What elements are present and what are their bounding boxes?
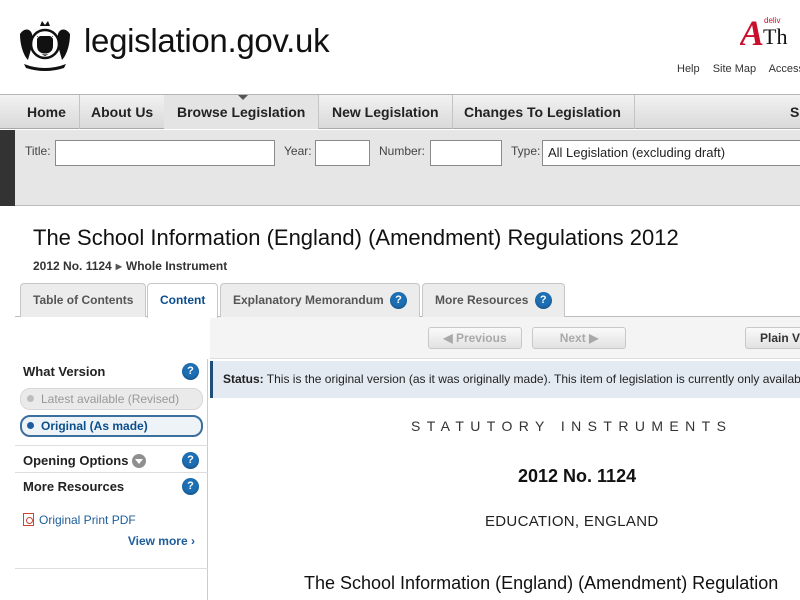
tab-label: Table of Contents xyxy=(33,293,134,307)
left-edge-band xyxy=(0,130,15,206)
tab-explanatory-memorandum[interactable]: Explanatory Memorandum ? xyxy=(220,283,421,317)
tab-more-resources[interactable]: More Resources ? xyxy=(422,283,565,317)
nav-item-overflow[interactable]: S xyxy=(790,95,799,129)
help-icon[interactable]: ? xyxy=(182,452,199,469)
help-icon[interactable]: ? xyxy=(390,292,408,310)
breadcrumb-arrow-icon: ▶ xyxy=(115,262,122,271)
opening-options-label: Opening Options xyxy=(23,453,129,468)
previous-button[interactable]: ◀ Previous xyxy=(428,327,522,349)
help-link[interactable]: Help xyxy=(677,63,700,75)
chevron-down-icon[interactable] xyxy=(132,453,147,468)
sidebar-divider xyxy=(15,445,208,446)
year-input[interactable] xyxy=(315,140,370,166)
pdf-icon xyxy=(23,513,34,526)
version-latest-option[interactable]: Latest available (Revised) xyxy=(20,388,203,410)
version-latest-label: Latest available (Revised) xyxy=(41,392,180,406)
page-title: The School Information (England) (Amendm… xyxy=(33,225,679,250)
status-bar: Status: This is the original version (as… xyxy=(210,361,800,398)
chevron-right-icon: ▶ xyxy=(589,331,599,345)
original-print-pdf-link[interactable]: Original Print PDF xyxy=(23,511,136,527)
tab-label: More Resources xyxy=(435,293,529,307)
next-label: Next xyxy=(559,331,586,345)
help-icon[interactable]: ? xyxy=(182,363,199,380)
breadcrumb-ref[interactable]: 2012 No. 1124 xyxy=(33,259,112,273)
nav-item-changes-to-legislation[interactable]: Changes To Legislation xyxy=(451,95,635,129)
breadcrumb-current: Whole Instrument xyxy=(125,259,228,273)
help-icon[interactable]: ? xyxy=(534,292,552,310)
chevron-left-icon: ◀ xyxy=(443,331,453,345)
number-input[interactable] xyxy=(430,140,502,166)
chevron-right-icon: › xyxy=(191,534,195,548)
version-original-label: Original (As made) xyxy=(41,419,148,433)
brand-logo-text: Th xyxy=(763,24,788,49)
type-label: Type: xyxy=(511,144,541,158)
previous-label: Previous xyxy=(455,331,507,345)
si-title: The School Information (England) (Amendm… xyxy=(304,573,779,593)
sidebar: What Version ? Latest available (Revised… xyxy=(15,359,208,600)
site-map-link[interactable]: Site Map xyxy=(713,63,756,75)
tab-table-of-contents[interactable]: Table of Contents xyxy=(20,283,147,317)
brand-logo[interactable]: A deliv Th xyxy=(740,14,800,54)
site-name-logo[interactable]: legislation.gov.uk xyxy=(84,22,330,60)
year-label: Year: xyxy=(284,144,312,158)
si-heading: STATUTORY INSTRUMENTS xyxy=(411,418,733,434)
site-header: legislation.gov.uk A deliv Th Help Site … xyxy=(0,0,800,94)
opening-options-heading[interactable]: Opening Options xyxy=(23,453,147,469)
si-number: 2012 No. 1124 xyxy=(518,466,637,486)
sidebar-divider xyxy=(15,472,208,473)
status-text: This is the original version (as it was … xyxy=(263,372,800,386)
type-select[interactable]: All Legislation (excluding draft) xyxy=(542,140,800,166)
nav-item-about-us[interactable]: About Us xyxy=(78,95,168,129)
nav-caret-icon xyxy=(238,95,248,100)
title-input[interactable] xyxy=(55,140,275,166)
utility-links: Help Site Map Accessi xyxy=(677,63,800,75)
status-label: Status: xyxy=(223,372,264,386)
title-label: Title: xyxy=(25,144,51,158)
pager-row: ◀ Previous Next ▶ Plain V xyxy=(210,317,800,359)
plain-view-button[interactable]: Plain V xyxy=(745,327,800,349)
next-button[interactable]: Next ▶ xyxy=(532,327,626,349)
help-icon[interactable]: ? xyxy=(182,478,199,495)
search-bar: Title: Year: Number: Type: All Legislati… xyxy=(15,130,800,206)
nav-item-new-legislation[interactable]: New Legislation xyxy=(319,95,453,129)
royal-crest-icon[interactable] xyxy=(14,14,76,72)
tab-content[interactable]: Content xyxy=(147,283,219,318)
nav-item-home[interactable]: Home xyxy=(14,95,80,129)
tab-label: Explanatory Memorandum xyxy=(233,293,384,307)
tab-label: Content xyxy=(160,293,206,307)
main-nav: Home About Us Browse Legislation New Leg… xyxy=(0,94,800,129)
breadcrumb: 2012 No. 1124 ▶ Whole Instrument xyxy=(33,259,227,273)
radio-dot-icon xyxy=(27,395,34,402)
what-version-heading: What Version xyxy=(23,364,106,379)
nav-item-browse-legislation[interactable]: Browse Legislation xyxy=(164,95,320,129)
more-resources-heading: More Resources xyxy=(23,479,125,494)
view-more-link[interactable]: View more › xyxy=(128,534,195,548)
radio-dot-icon xyxy=(27,422,34,429)
pdf-link-label: Original Print PDF xyxy=(39,513,136,527)
number-label: Number: xyxy=(379,144,426,158)
view-more-label: View more xyxy=(127,534,188,548)
brand-logo-mark: A xyxy=(740,14,765,53)
version-original-option[interactable]: Original (As made) xyxy=(20,415,203,437)
accessibility-link[interactable]: Accessi xyxy=(769,63,800,75)
si-subject: EDUCATION, ENGLAND xyxy=(485,513,659,530)
sidebar-divider xyxy=(15,568,208,569)
